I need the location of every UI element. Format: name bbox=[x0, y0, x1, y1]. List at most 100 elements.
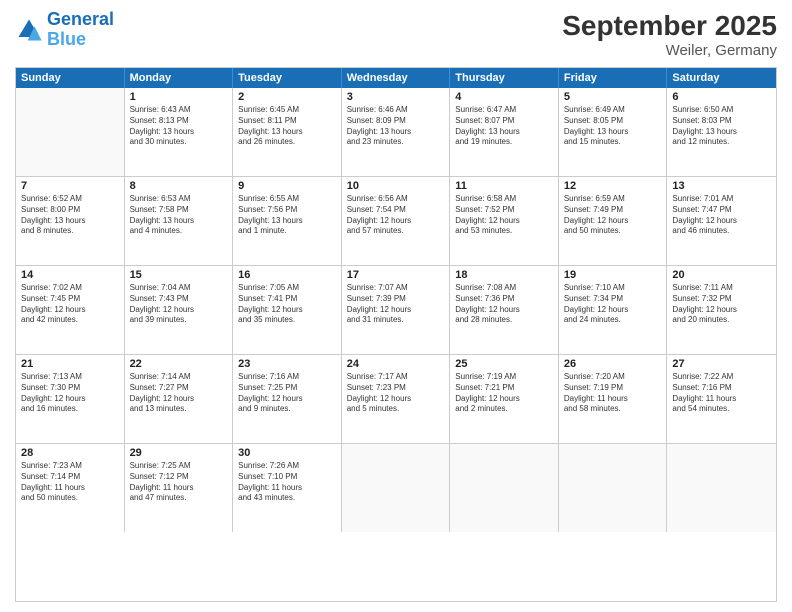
day-info: Sunrise: 6:50 AM Sunset: 8:03 PM Dayligh… bbox=[672, 105, 771, 148]
calendar-body: 1 Sunrise: 6:43 AM Sunset: 8:13 PM Daylig… bbox=[16, 88, 776, 532]
calendar-week-5: 28 Sunrise: 7:23 AM Sunset: 7:14 PM Dayli… bbox=[16, 444, 776, 532]
day-info: Sunrise: 7:23 AM Sunset: 7:14 PM Dayligh… bbox=[21, 461, 119, 504]
calendar-cell: 4Sunrise: 6:47 AM Sunset: 8:07 PM Daylig… bbox=[450, 88, 559, 176]
day-number: 25 bbox=[455, 358, 553, 370]
day-number: 10 bbox=[347, 180, 445, 192]
day-info: Sunrise: 7:05 AM Sunset: 7:41 PM Dayligh… bbox=[238, 283, 336, 326]
day-number: 22 bbox=[130, 358, 228, 370]
day-number: 20 bbox=[672, 269, 771, 281]
day-info: Sunrise: 7:22 AM Sunset: 7:16 PM Dayligh… bbox=[672, 372, 771, 415]
day-number: 28 bbox=[21, 447, 119, 459]
day-info: Sunrise: 7:25 AM Sunset: 7:12 PM Dayligh… bbox=[130, 461, 228, 504]
calendar-cell: 22 Sunrise: 7:14 AM Sunset: 7:27 PM Dayli… bbox=[125, 355, 234, 443]
calendar-cell: 1 Sunrise: 6:43 AM Sunset: 8:13 PM Daylig… bbox=[125, 88, 234, 176]
day-number: 16 bbox=[238, 269, 336, 281]
day-info: Sunrise: 7:10 AM Sunset: 7:34 PM Dayligh… bbox=[564, 283, 662, 326]
day-info: Sunrise: 7:07 AM Sunset: 7:39 PM Dayligh… bbox=[347, 283, 445, 326]
calendar-cell: 11Sunrise: 6:58 AM Sunset: 7:52 PM Dayli… bbox=[450, 177, 559, 265]
day-number: 6 bbox=[672, 91, 771, 103]
day-number: 26 bbox=[564, 358, 662, 370]
calendar-cell: 20 Sunrise: 7:11 AM Sunset: 7:32 PM Dayli… bbox=[667, 266, 776, 354]
day-info: Sunrise: 7:17 AM Sunset: 7:23 PM Dayligh… bbox=[347, 372, 445, 415]
day-number: 23 bbox=[238, 358, 336, 370]
day-info: Sunrise: 6:46 AM Sunset: 8:09 PM Dayligh… bbox=[347, 105, 445, 148]
calendar-week-2: 7 Sunrise: 6:52 AM Sunset: 8:00 PM Daylig… bbox=[16, 177, 776, 266]
calendar-cell: 13Sunrise: 7:01 AM Sunset: 7:47 PM Dayli… bbox=[667, 177, 776, 265]
day-number: 11 bbox=[455, 180, 553, 192]
day-info: Sunrise: 7:26 AM Sunset: 7:10 PM Dayligh… bbox=[238, 461, 336, 504]
day-number: 13 bbox=[672, 180, 771, 192]
logo: General Blue bbox=[15, 10, 114, 50]
calendar-cell: 7 Sunrise: 6:52 AM Sunset: 8:00 PM Daylig… bbox=[16, 177, 125, 265]
day-info: Sunrise: 7:13 AM Sunset: 7:30 PM Dayligh… bbox=[21, 372, 119, 415]
calendar-header: SundayMondayTuesdayWednesdayThursdayFrid… bbox=[16, 68, 776, 88]
header-day-saturday: Saturday bbox=[667, 68, 776, 88]
calendar-week-4: 21 Sunrise: 7:13 AM Sunset: 7:30 PM Dayli… bbox=[16, 355, 776, 444]
calendar-cell: 25 Sunrise: 7:19 AM Sunset: 7:21 PM Dayli… bbox=[450, 355, 559, 443]
header-day-friday: Friday bbox=[559, 68, 668, 88]
day-number: 2 bbox=[238, 91, 336, 103]
day-info: Sunrise: 7:08 AM Sunset: 7:36 PM Dayligh… bbox=[455, 283, 553, 326]
header-day-thursday: Thursday bbox=[450, 68, 559, 88]
day-info: Sunrise: 6:43 AM Sunset: 8:13 PM Dayligh… bbox=[130, 105, 228, 148]
logo-general: General bbox=[47, 9, 114, 29]
calendar-cell: 26 Sunrise: 7:20 AM Sunset: 7:19 PM Dayli… bbox=[559, 355, 668, 443]
day-number: 18 bbox=[455, 269, 553, 281]
calendar-cell bbox=[667, 444, 776, 532]
day-number: 5 bbox=[564, 91, 662, 103]
calendar: SundayMondayTuesdayWednesdayThursdayFrid… bbox=[15, 67, 777, 602]
day-number: 12 bbox=[564, 180, 662, 192]
calendar-cell: 21 Sunrise: 7:13 AM Sunset: 7:30 PM Dayli… bbox=[16, 355, 125, 443]
day-number: 21 bbox=[21, 358, 119, 370]
day-info: Sunrise: 6:56 AM Sunset: 7:54 PM Dayligh… bbox=[347, 194, 445, 237]
calendar-cell: 2 Sunrise: 6:45 AM Sunset: 8:11 PM Daylig… bbox=[233, 88, 342, 176]
calendar-cell: 16 Sunrise: 7:05 AM Sunset: 7:41 PM Dayli… bbox=[233, 266, 342, 354]
day-info: Sunrise: 7:20 AM Sunset: 7:19 PM Dayligh… bbox=[564, 372, 662, 415]
day-number: 15 bbox=[130, 269, 228, 281]
header-day-tuesday: Tuesday bbox=[233, 68, 342, 88]
calendar-cell: 27 Sunrise: 7:22 AM Sunset: 7:16 PM Dayli… bbox=[667, 355, 776, 443]
day-info: Sunrise: 6:52 AM Sunset: 8:00 PM Dayligh… bbox=[21, 194, 119, 237]
calendar-cell: 3 Sunrise: 6:46 AM Sunset: 8:09 PM Daylig… bbox=[342, 88, 451, 176]
day-info: Sunrise: 6:45 AM Sunset: 8:11 PM Dayligh… bbox=[238, 105, 336, 148]
calendar-week-1: 1 Sunrise: 6:43 AM Sunset: 8:13 PM Daylig… bbox=[16, 88, 776, 177]
header: General Blue September 2025 Weiler, Germ… bbox=[15, 10, 777, 59]
calendar-cell: 14Sunrise: 7:02 AM Sunset: 7:45 PM Dayli… bbox=[16, 266, 125, 354]
page: General Blue September 2025 Weiler, Germ… bbox=[0, 0, 792, 612]
day-number: 4 bbox=[455, 91, 553, 103]
calendar-cell: 6 Sunrise: 6:50 AM Sunset: 8:03 PM Daylig… bbox=[667, 88, 776, 176]
day-info: Sunrise: 7:14 AM Sunset: 7:27 PM Dayligh… bbox=[130, 372, 228, 415]
day-info: Sunrise: 6:53 AM Sunset: 7:58 PM Dayligh… bbox=[130, 194, 228, 237]
day-number: 29 bbox=[130, 447, 228, 459]
header-day-wednesday: Wednesday bbox=[342, 68, 451, 88]
day-number: 1 bbox=[130, 91, 228, 103]
calendar-cell: 23 Sunrise: 7:16 AM Sunset: 7:25 PM Dayli… bbox=[233, 355, 342, 443]
header-day-sunday: Sunday bbox=[16, 68, 125, 88]
day-info: Sunrise: 7:16 AM Sunset: 7:25 PM Dayligh… bbox=[238, 372, 336, 415]
calendar-cell: 9Sunrise: 6:55 AM Sunset: 7:56 PM Daylig… bbox=[233, 177, 342, 265]
logo-icon bbox=[15, 16, 43, 44]
calendar-cell: 18 Sunrise: 7:08 AM Sunset: 7:36 PM Dayli… bbox=[450, 266, 559, 354]
calendar-cell: 15Sunrise: 7:04 AM Sunset: 7:43 PM Dayli… bbox=[125, 266, 234, 354]
calendar-cell: 24 Sunrise: 7:17 AM Sunset: 7:23 PM Dayli… bbox=[342, 355, 451, 443]
calendar-cell: 19 Sunrise: 7:10 AM Sunset: 7:34 PM Dayli… bbox=[559, 266, 668, 354]
calendar-cell: 10 Sunrise: 6:56 AM Sunset: 7:54 PM Dayli… bbox=[342, 177, 451, 265]
logo-blue: Blue bbox=[47, 29, 86, 49]
calendar-cell: 8Sunrise: 6:53 AM Sunset: 7:58 PM Daylig… bbox=[125, 177, 234, 265]
calendar-cell: 28 Sunrise: 7:23 AM Sunset: 7:14 PM Dayli… bbox=[16, 444, 125, 532]
day-info: Sunrise: 7:19 AM Sunset: 7:21 PM Dayligh… bbox=[455, 372, 553, 415]
calendar-cell bbox=[342, 444, 451, 532]
day-number: 3 bbox=[347, 91, 445, 103]
day-info: Sunrise: 6:49 AM Sunset: 8:05 PM Dayligh… bbox=[564, 105, 662, 148]
day-number: 19 bbox=[564, 269, 662, 281]
day-number: 7 bbox=[21, 180, 119, 192]
logo-text: General Blue bbox=[47, 10, 114, 50]
day-number: 14 bbox=[21, 269, 119, 281]
day-info: Sunrise: 7:11 AM Sunset: 7:32 PM Dayligh… bbox=[672, 283, 771, 326]
day-number: 27 bbox=[672, 358, 771, 370]
day-number: 24 bbox=[347, 358, 445, 370]
calendar-cell: 17Sunrise: 7:07 AM Sunset: 7:39 PM Dayli… bbox=[342, 266, 451, 354]
calendar-cell: 30Sunrise: 7:26 AM Sunset: 7:10 PM Dayli… bbox=[233, 444, 342, 532]
calendar-cell: 29 Sunrise: 7:25 AM Sunset: 7:12 PM Dayli… bbox=[125, 444, 234, 532]
calendar-cell: 5 Sunrise: 6:49 AM Sunset: 8:05 PM Daylig… bbox=[559, 88, 668, 176]
